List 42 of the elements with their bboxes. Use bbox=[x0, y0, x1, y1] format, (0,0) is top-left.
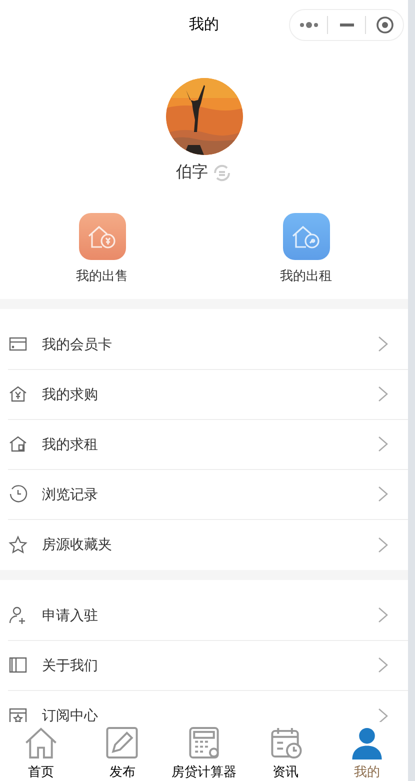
tab-bar-item[interactable]: 发布 bbox=[82, 722, 164, 781]
menu-item[interactable]: 房源收藏夹 bbox=[8, 520, 408, 570]
quick-action[interactable]: 我的出售 bbox=[52, 213, 152, 286]
tab-bar-item[interactable]: 房贷计算器 bbox=[163, 722, 245, 781]
chevron-right-icon bbox=[378, 657, 388, 673]
calculator-icon bbox=[186, 726, 221, 760]
chevron-right-icon bbox=[378, 607, 388, 623]
user-add-icon bbox=[8, 605, 28, 625]
calendar-icon bbox=[268, 726, 303, 760]
menu-item[interactable]: 浏览记录 bbox=[8, 470, 408, 518]
menu-item[interactable]: 我的求购 bbox=[8, 370, 408, 418]
chevron-right-icon bbox=[378, 436, 388, 452]
star-icon bbox=[8, 534, 28, 554]
home-icon bbox=[24, 726, 58, 760]
tab-bar-item[interactable]: 首页 bbox=[0, 722, 82, 781]
edit-icon bbox=[105, 726, 140, 760]
book-icon bbox=[8, 655, 28, 675]
more-icon bbox=[298, 22, 318, 28]
user-name: 伯字 bbox=[176, 162, 208, 183]
minimize-icon bbox=[340, 23, 354, 27]
chevron-right-icon bbox=[378, 486, 388, 502]
menu-item[interactable]: 我的会员卡 bbox=[8, 320, 408, 368]
house-icon bbox=[282, 213, 330, 260]
subscribe-icon bbox=[8, 706, 28, 722]
history-icon bbox=[8, 484, 28, 504]
menu-item[interactable]: 关于我们 bbox=[8, 640, 408, 690]
page-title: 我的 bbox=[189, 14, 219, 35]
close-icon bbox=[376, 16, 394, 34]
house-icon bbox=[8, 434, 28, 454]
chevron-right-icon bbox=[378, 708, 388, 722]
house-icon bbox=[8, 384, 28, 404]
menu-item[interactable]: 订阅中心 bbox=[8, 690, 408, 722]
tab-bar-item[interactable]: 我的 bbox=[326, 722, 408, 781]
house-icon bbox=[78, 213, 126, 260]
chevron-right-icon bbox=[378, 336, 388, 352]
tab-bar-item[interactable]: 资讯 bbox=[244, 722, 326, 781]
chevron-right-icon bbox=[378, 386, 388, 402]
menu-item[interactable]: 我的求租 bbox=[8, 420, 408, 468]
user-icon bbox=[350, 726, 384, 760]
quick-action[interactable]: 我的出租 bbox=[256, 213, 356, 286]
chevron-right-icon bbox=[378, 536, 388, 552]
menu-item[interactable]: 申请入驻 bbox=[8, 590, 408, 640]
